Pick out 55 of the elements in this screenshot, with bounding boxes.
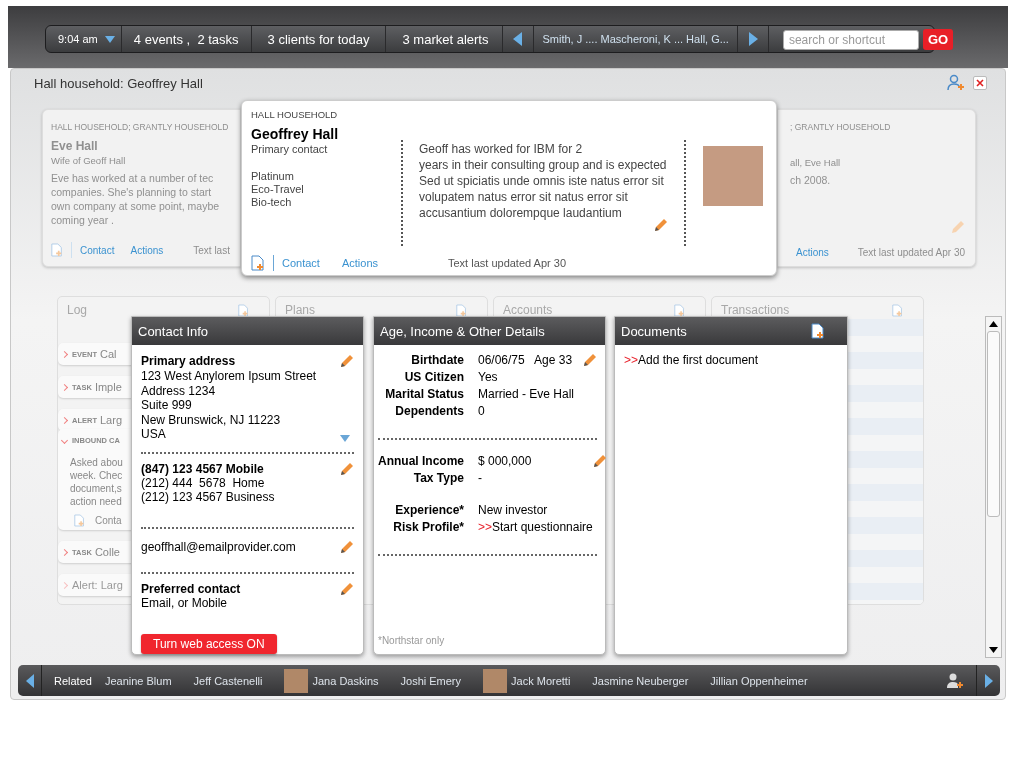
contact-note: ch 2008. — [790, 173, 832, 187]
section-heading: (847) 123 4567 Mobile — [141, 461, 265, 476]
contact-name: Geoffrey Hall — [251, 126, 340, 142]
field-label: Birthdate — [410, 353, 464, 367]
contact-tag: Eco-Travel — [251, 183, 401, 196]
field-value: $ 000,000 — [478, 454, 532, 468]
panel-title: Plans — [285, 303, 316, 317]
contact-tag: Bio-tech — [251, 196, 401, 209]
field-value: New investor — [478, 503, 548, 517]
household-label: ; GRANTLY HOUSEHOLD — [790, 122, 892, 132]
contact-note: Geoff has worked for IBM for 2 years in their consulting group and is expected Sed ut spiciatis unde omnis iste natus error sit volupatem natus error sit natus error sit accusantium dolorempque laudantium — [419, 141, 668, 221]
log-title: Cal — [100, 348, 117, 360]
contact-details: 123 West Anylorem Ipsum Street Address 1234 Suite 999 New Brunswick, NJ 11223 USA — [141, 369, 317, 442]
panel-title: Transactions — [721, 303, 790, 317]
field-value: - — [478, 471, 482, 485]
section-heading: Preferred contact — [141, 582, 241, 596]
panel-title: Accounts — [503, 303, 553, 317]
contact-role: Wife of Geoff Hall — [51, 155, 127, 166]
related-label: Related — [54, 674, 92, 687]
contact-details: Email, or Mobile — [141, 596, 229, 611]
window-title: Hall household: Geoffrey Hall — [34, 75, 204, 91]
field-label: Annual Income — [378, 454, 464, 468]
field-value: Yes — [478, 370, 498, 384]
footnote: *Northstar only — [378, 635, 446, 646]
contact-name: Eve Hall — [51, 139, 99, 153]
log-title: Alert: Larg — [72, 579, 123, 591]
update-note: Text last updated Apr 30 — [448, 257, 567, 269]
field-label: Risk Profile* — [392, 520, 464, 534]
contact-details: geoffhall@emailprovider.com — [141, 539, 296, 554]
popup-header: Documents — [621, 323, 687, 339]
popup-header: Contact Info — [132, 317, 363, 345]
field-label: Dependents — [394, 404, 464, 418]
log-text: Asked abou week. Chec document,s action need — [70, 456, 123, 508]
field-label: Marital Status — [384, 387, 464, 401]
field-label: US Citizen — [403, 370, 464, 384]
log-title: Imple — [94, 381, 122, 393]
update-note: Text last updated Apr 30 — [857, 247, 965, 258]
household-label: HALL HOUSEHOLD; GRANTLY HOUSEHOLD — [51, 122, 230, 132]
household-label: HALL HOUSEHOLD — [251, 109, 339, 120]
section-heading: Primary address — [141, 354, 237, 368]
contact-tag: Platinum — [251, 170, 401, 183]
field-label: Tax Type — [412, 471, 464, 485]
field-value: Married - Eve Hall — [478, 387, 575, 401]
log-title: Colle — [94, 546, 120, 558]
field-value: 0 — [478, 404, 485, 418]
contact-details: (212) 444 5678 Home (212) 123 4567 Business — [141, 475, 275, 505]
contact-role: Primary contact — [251, 143, 329, 155]
contact-role: all, Eve Hall — [790, 157, 842, 168]
popup-header: Age, Income & Other Details — [374, 317, 605, 345]
field-value: 06/06/75 Age 33 — [478, 353, 573, 367]
update-note: Text last — [193, 244, 230, 256]
contact-note: Eve has worked at a number of tec companies. She's planning to start own company at some point, maybe coming year . — [51, 171, 221, 227]
log-title: Larg — [100, 414, 123, 426]
field-label: Experience* — [394, 503, 464, 517]
panel-title: Log — [67, 303, 88, 317]
